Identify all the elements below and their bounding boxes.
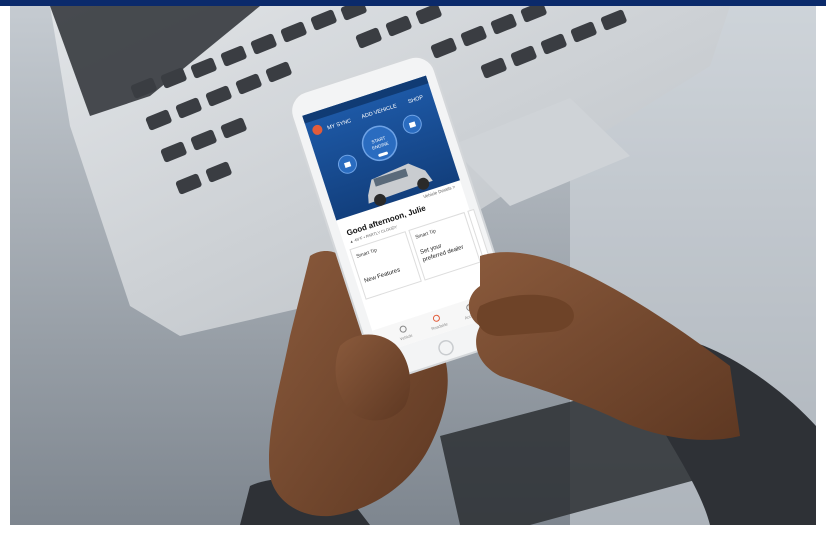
photo-frame: MY SYNC ADD VEHICLE SHOP START ENGINE Ve…	[0, 0, 826, 533]
background-photo: MY SYNC ADD VEHICLE SHOP START ENGINE Ve…	[10, 6, 816, 525]
right-margin	[816, 6, 826, 525]
bottom-margin	[0, 525, 826, 533]
scene-illustration: MY SYNC ADD VEHICLE SHOP START ENGINE Ve…	[10, 6, 816, 525]
left-margin	[0, 6, 10, 525]
